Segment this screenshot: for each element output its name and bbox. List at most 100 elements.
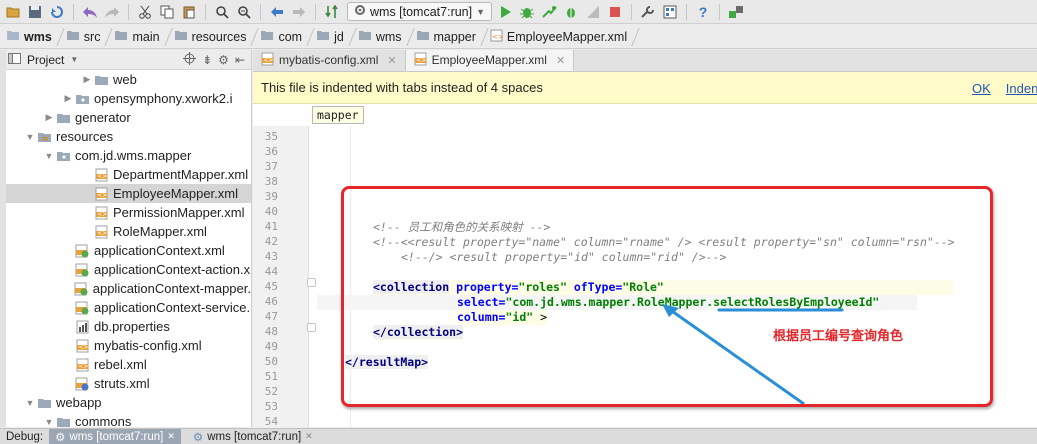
find-icon[interactable] (213, 3, 231, 21)
project-structure-icon[interactable] (661, 3, 679, 21)
expand-down-icon[interactable]: ▼ (24, 132, 36, 142)
tree-item[interactable]: <> rebel.xml (0, 355, 251, 374)
tree-item[interactable]: db.properties (0, 317, 251, 336)
code-line-47: column="id" > (457, 310, 548, 325)
xml-file-icon: <> (414, 52, 427, 69)
copy-icon[interactable] (158, 3, 176, 21)
run-icon[interactable] (496, 3, 514, 21)
tree-item[interactable]: <> RoleMapper.xml (0, 222, 251, 241)
run-configuration-select[interactable]: wms [tomcat7:run] ▼ (347, 2, 493, 21)
build-icon[interactable] (323, 3, 341, 21)
hide-panel-icon[interactable]: ⇤ (235, 53, 245, 67)
gear-icon: ⚙ (192, 431, 204, 444)
code-area[interactable]: 35 36 37 38 39 40 41 42 43 44 45 46 47 48 49 50 51 52 53 54… (253, 126, 1037, 427)
line-number: 36 (264, 145, 278, 158)
breadcrumb-item[interactable]: <> EmployeeMapper.xml (486, 25, 631, 49)
tree-item[interactable]: applicationContext-service. (0, 298, 251, 317)
cut-icon[interactable] (136, 3, 154, 21)
vcs-icon[interactable] (727, 3, 745, 21)
indent-link[interactable]: Indent (1006, 81, 1037, 96)
settings-wrench-icon[interactable] (639, 3, 657, 21)
expand-down-icon[interactable]: ▼ (43, 151, 55, 161)
debug-tab-2[interactable]: ⚙ wms [tomcat7:run] ✕ (187, 429, 319, 444)
breadcrumb-item[interactable]: jd (312, 25, 348, 49)
debug-tab-label: wms [tomcat7:run] (207, 430, 302, 443)
editor-tab[interactable]: <> mybatis-config.xml ✕ (253, 50, 406, 71)
debug-icon[interactable] (518, 3, 536, 21)
line-number: 38 (264, 175, 278, 188)
code-line-41: <!-- 员工和角色的关系映射 --> (373, 220, 550, 235)
expand-down-icon[interactable]: ▼ (24, 398, 36, 408)
undo-icon[interactable] (81, 3, 99, 21)
tree-item[interactable]: <> EmployeeMapper.xml (0, 184, 251, 203)
run-ant-icon[interactable] (584, 3, 602, 21)
expand-down-icon[interactable]: ▼ (43, 417, 55, 427)
back-icon[interactable] (268, 3, 286, 21)
breadcrumb-item[interactable]: src (62, 25, 105, 49)
fold-marker-icon[interactable] (307, 323, 316, 332)
breadcrumb-item[interactable]: resources (170, 25, 251, 49)
code-line-43: <!--/> <result property="id" column="rid… (401, 250, 726, 265)
svg-text:<>: <> (78, 344, 88, 351)
stop-icon[interactable] (606, 3, 624, 21)
tree-item[interactable]: struts.xml (0, 374, 251, 393)
chevron-down-icon[interactable]: ▼ (70, 55, 78, 64)
package-icon (55, 148, 71, 163)
tree-item[interactable]: applicationContext-mapper. (0, 279, 251, 298)
coverage-icon[interactable] (562, 3, 580, 21)
breadcrumb-item[interactable]: wms (354, 25, 406, 49)
breadcrumb-label: mapper (433, 29, 476, 44)
tree-item[interactable]: applicationContext.xml (0, 241, 251, 260)
fold-strip (307, 126, 317, 427)
open-folder-icon[interactable] (4, 3, 22, 21)
forward-icon[interactable] (290, 3, 308, 21)
expand-right-icon[interactable]: ▶ (81, 74, 93, 85)
line-number: 50 (264, 355, 278, 368)
tree-item[interactable]: ▼ resources (0, 127, 251, 146)
toolbar-separator (260, 3, 261, 20)
redo-icon[interactable] (103, 3, 121, 21)
tree-item[interactable]: ▼ commons (0, 412, 251, 427)
gear-icon[interactable]: ⚙ (218, 53, 229, 67)
chevron-down-icon: ▼ (476, 6, 486, 17)
collapse-all-icon[interactable]: ⇟ (202, 53, 212, 67)
debug-tab-1[interactable]: ⚙ wms [tomcat7:run] ✕ (49, 428, 181, 444)
expand-right-icon[interactable]: ▶ (62, 93, 74, 104)
tree-item[interactable]: ▶ web (0, 70, 251, 89)
breadcrumb-item[interactable]: mapper (412, 25, 480, 49)
line-number: 51 (264, 370, 278, 383)
tree-item[interactable]: ▶ opensymphony.xwork2.i (0, 89, 251, 108)
tree-item[interactable]: applicationContext-action.x (0, 260, 251, 279)
save-icon[interactable] (26, 3, 44, 21)
xml-file-icon: <> (74, 357, 90, 372)
tree-item[interactable]: <> DepartmentMapper.xml (0, 165, 251, 184)
locate-file-icon[interactable] (183, 51, 197, 68)
editor-tab[interactable]: <> EmployeeMapper.xml ✕ (405, 50, 575, 71)
project-panel: Project ▼ ⇟ ⚙ ⇤ ▶ web ▶ opensymphony.xwork2… (0, 50, 252, 427)
close-tab-icon[interactable]: ✕ (387, 54, 396, 67)
expand-right-icon[interactable]: ▶ (43, 112, 55, 123)
tree-item[interactable]: ▼ webapp (0, 393, 251, 412)
tree-item[interactable]: <> mybatis-config.xml (0, 336, 251, 355)
xml-tag-crumb[interactable]: mapper (312, 106, 364, 124)
sync-icon[interactable] (48, 3, 66, 21)
tree-item-label: rebel.xml (94, 357, 147, 372)
close-icon[interactable]: ✕ (167, 431, 175, 442)
tree-item[interactable]: ▶ generator (0, 108, 251, 127)
close-tab-icon[interactable]: ✕ (556, 54, 565, 67)
close-icon[interactable]: ✕ (305, 431, 313, 442)
tree-item-label: RoleMapper.xml (113, 224, 207, 239)
tree-item[interactable]: ▼ com.jd.wms.mapper (0, 146, 251, 165)
paste-icon[interactable] (180, 3, 198, 21)
project-panel-title[interactable]: Project (27, 53, 64, 67)
xml-comment: <!--<<result property="name" column="rna… (373, 235, 955, 249)
ok-link[interactable]: OK (972, 81, 991, 96)
breadcrumb-item[interactable]: main (110, 25, 163, 49)
profile-icon[interactable] (540, 3, 558, 21)
replace-icon[interactable] (235, 3, 253, 21)
breadcrumb-item[interactable]: wms (2, 25, 56, 49)
breadcrumb-item[interactable]: com (256, 25, 306, 49)
tree-item[interactable]: <> PermissionMapper.xml (0, 203, 251, 222)
help-icon[interactable]: ? (694, 3, 712, 21)
fold-marker-icon[interactable] (307, 278, 316, 287)
